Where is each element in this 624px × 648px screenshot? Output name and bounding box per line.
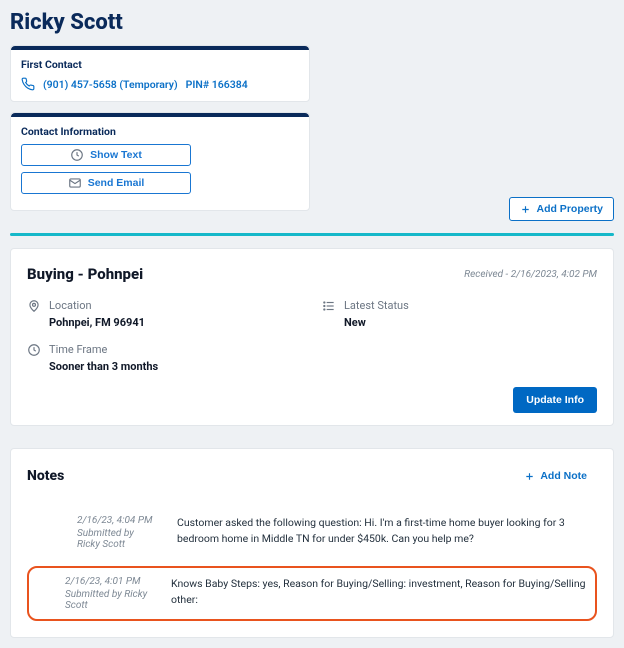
note-timestamp: 2/16/23, 4:04 PM <box>77 515 155 526</box>
list-icon <box>322 299 336 313</box>
timeframe-value: Sooner than 3 months <box>49 360 158 373</box>
location-value: Pohnpei, FM 96941 <box>49 316 145 329</box>
notes-card: Notes Add Note 2/16/23, 4:04 PM Submitte… <box>10 448 614 638</box>
add-note-button[interactable]: Add Note <box>514 465 597 487</box>
note-body: Knows Baby Steps: yes, Reason for Buying… <box>171 576 589 611</box>
note-body: Customer asked the following question: H… <box>177 515 589 550</box>
clock-icon <box>70 148 84 162</box>
contact-info-card: Contact Information Show Text Send Email <box>10 112 310 211</box>
plus-icon <box>524 471 535 482</box>
show-text-label: Show Text <box>90 149 142 161</box>
field-timeframe: Time Frame Sooner than 3 months <box>27 343 597 373</box>
clock-icon <box>27 343 41 357</box>
add-property-label: Add Property <box>536 203 603 215</box>
note-timestamp: 2/16/23, 4:01 PM <box>65 576 149 587</box>
phone-link[interactable]: (901) 457-5658 (Temporary) <box>43 78 178 91</box>
note-row-highlighted: 2/16/23, 4:01 PM Submitted by Ricky Scot… <box>27 566 597 621</box>
status-label: Latest Status <box>344 299 409 312</box>
location-label: Location <box>49 299 145 312</box>
note-row: 2/16/23, 4:04 PM Submitted by Ricky Scot… <box>27 505 597 560</box>
notes-title: Notes <box>27 468 64 484</box>
phone-icon <box>21 77 35 91</box>
show-text-button[interactable]: Show Text <box>21 144 191 166</box>
first-contact-heading: First Contact <box>21 58 299 71</box>
update-info-button[interactable]: Update Info <box>513 387 597 413</box>
contact-info-heading: Contact Information <box>21 125 299 138</box>
note-submitter: Submitted by Ricky Scott <box>65 589 149 611</box>
send-email-label: Send Email <box>88 177 145 189</box>
separator <box>10 233 614 236</box>
email-icon <box>68 176 82 190</box>
lead-title: Buying - Pohnpei <box>27 265 143 283</box>
status-value: New <box>344 316 409 329</box>
timeframe-label: Time Frame <box>49 343 158 356</box>
location-icon <box>27 299 41 313</box>
pin-link[interactable]: PIN# 166384 <box>186 78 248 91</box>
lead-received: Received - 2/16/2023, 4:02 PM <box>464 269 597 280</box>
first-contact-card: First Contact (901) 457-5658 (Temporary)… <box>10 45 310 102</box>
send-email-button[interactable]: Send Email <box>21 172 191 194</box>
add-note-label: Add Note <box>540 470 587 482</box>
page-title: Ricky Scott <box>10 10 614 35</box>
field-location: Location Pohnpei, FM 96941 <box>27 299 302 329</box>
plus-icon <box>520 204 531 215</box>
note-submitter: Submitted by Ricky Scott <box>77 528 155 550</box>
field-status: Latest Status New <box>322 299 597 329</box>
lead-card: Buying - Pohnpei Received - 2/16/2023, 4… <box>10 248 614 426</box>
add-property-button[interactable]: Add Property <box>509 197 614 221</box>
